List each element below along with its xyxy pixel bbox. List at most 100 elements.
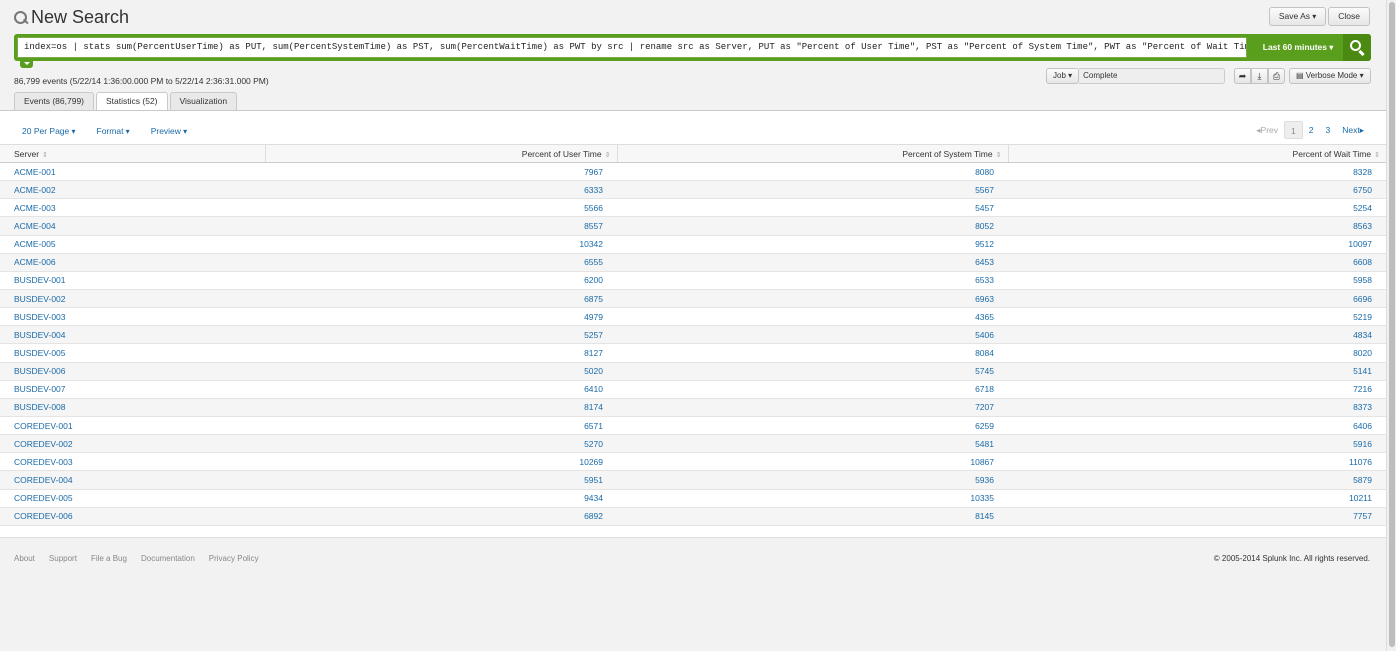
tab-events[interactable]: Events (86,799) <box>14 92 95 110</box>
close-button[interactable]: Close <box>1328 7 1370 26</box>
value-cell[interactable]: 10342 <box>265 235 617 254</box>
footer-link-about[interactable]: About <box>14 554 35 563</box>
value-cell[interactable]: 6453 <box>617 253 1008 272</box>
server-link[interactable]: COREDEV-005 <box>0 489 265 508</box>
value-cell[interactable]: 5020 <box>265 362 617 381</box>
value-cell[interactable]: 6200 <box>265 271 617 290</box>
server-link[interactable]: COREDEV-001 <box>0 416 265 436</box>
value-cell[interactable]: 5958 <box>1008 271 1386 290</box>
value-cell[interactable]: 10097 <box>1008 235 1386 254</box>
server-link[interactable]: BUSDEV-006 <box>0 362 265 381</box>
server-link[interactable]: ACME-004 <box>0 216 265 236</box>
search-mode-dropdown[interactable]: ▤ Verbose Mode <box>1289 68 1371 84</box>
share-icon[interactable]: ➦ <box>1234 68 1251 84</box>
value-cell[interactable]: 5879 <box>1008 470 1386 490</box>
value-cell[interactable]: 5566 <box>265 198 617 218</box>
value-cell[interactable]: 6718 <box>617 380 1008 399</box>
value-cell[interactable]: 6406 <box>1008 416 1386 436</box>
server-link[interactable]: BUSDEV-001 <box>0 271 265 290</box>
server-link[interactable]: COREDEV-006 <box>0 507 265 526</box>
save-as-button[interactable]: Save As <box>1268 7 1327 26</box>
value-cell[interactable]: 4979 <box>265 307 617 327</box>
server-link[interactable]: ACME-001 <box>0 162 265 182</box>
value-cell[interactable]: 7967 <box>265 162 617 182</box>
value-cell[interactable]: 5257 <box>265 325 617 345</box>
value-cell[interactable]: 6533 <box>617 271 1008 290</box>
search-button[interactable] <box>1343 34 1371 61</box>
format-dropdown[interactable]: Format <box>97 126 130 136</box>
server-link[interactable]: BUSDEV-008 <box>0 398 265 417</box>
column-header-server[interactable]: Server ⇕ <box>0 144 265 163</box>
value-cell[interactable]: 10211 <box>1008 489 1386 508</box>
value-cell[interactable]: 6963 <box>617 289 1008 309</box>
server-link[interactable]: BUSDEV-002 <box>0 289 265 309</box>
value-cell[interactable]: 8080 <box>617 162 1008 182</box>
footer-link-privacy[interactable]: Privacy Policy <box>209 554 259 563</box>
value-cell[interactable]: 8084 <box>617 343 1008 363</box>
value-cell[interactable]: 8052 <box>617 216 1008 236</box>
next-page-button[interactable]: Next▸ <box>1336 121 1370 139</box>
page-3[interactable]: 3 <box>1320 121 1337 139</box>
page-2[interactable]: 2 <box>1303 121 1320 139</box>
value-cell[interactable]: 6875 <box>265 289 617 309</box>
value-cell[interactable]: 8563 <box>1008 216 1386 236</box>
job-menu-button[interactable]: Job <box>1046 68 1080 84</box>
value-cell[interactable]: 5481 <box>617 434 1008 454</box>
value-cell[interactable]: 5406 <box>617 325 1008 345</box>
value-cell[interactable]: 4365 <box>617 307 1008 327</box>
value-cell[interactable]: 4834 <box>1008 325 1386 345</box>
time-range-picker[interactable]: Last 60 minutes <box>1252 37 1344 58</box>
value-cell[interactable]: 5567 <box>617 180 1008 200</box>
search-input[interactable]: index=os | stats sum(PercentUserTime) as… <box>17 37 1247 58</box>
per-page-dropdown[interactable]: 20 Per Page <box>22 126 76 136</box>
prev-page-button[interactable]: ◂Prev <box>1250 121 1284 139</box>
value-cell[interactable]: 5219 <box>1008 307 1386 327</box>
scrollbar-thumb[interactable] <box>1389 2 1395 647</box>
value-cell[interactable]: 8328 <box>1008 162 1386 182</box>
column-header-wait-time[interactable]: Percent of Wait Time ⇕ <box>1007 144 1386 163</box>
value-cell[interactable]: 6608 <box>1008 253 1386 272</box>
value-cell[interactable]: 10335 <box>617 489 1008 508</box>
footer-link-file-bug[interactable]: File a Bug <box>91 554 127 563</box>
value-cell[interactable]: 6696 <box>1008 289 1386 309</box>
server-link[interactable]: ACME-002 <box>0 180 265 200</box>
value-cell[interactable]: 5141 <box>1008 362 1386 381</box>
server-link[interactable]: BUSDEV-007 <box>0 380 265 399</box>
value-cell[interactable]: 6333 <box>265 180 617 200</box>
value-cell[interactable]: 5916 <box>1008 434 1386 454</box>
server-link[interactable]: COREDEV-003 <box>0 452 265 472</box>
server-link[interactable]: COREDEV-002 <box>0 434 265 454</box>
value-cell[interactable]: 8020 <box>1008 343 1386 363</box>
footer-link-support[interactable]: Support <box>49 554 77 563</box>
value-cell[interactable]: 10269 <box>265 452 617 472</box>
value-cell[interactable]: 8127 <box>265 343 617 363</box>
server-link[interactable]: BUSDEV-004 <box>0 325 265 345</box>
value-cell[interactable]: 9434 <box>265 489 617 508</box>
value-cell[interactable]: 6750 <box>1008 180 1386 200</box>
value-cell[interactable]: 10867 <box>617 452 1008 472</box>
server-link[interactable]: COREDEV-004 <box>0 470 265 490</box>
value-cell[interactable]: 6571 <box>265 416 617 436</box>
column-header-system-time[interactable]: Percent of System Time ⇕ <box>616 144 1008 163</box>
value-cell[interactable]: 8145 <box>617 507 1008 526</box>
value-cell[interactable]: 7207 <box>617 398 1008 417</box>
value-cell[interactable]: 5270 <box>265 434 617 454</box>
tab-statistics[interactable]: Statistics (52) <box>96 92 168 111</box>
server-link[interactable]: ACME-005 <box>0 235 265 254</box>
server-link[interactable]: ACME-003 <box>0 198 265 218</box>
tab-visualization[interactable]: Visualization <box>169 92 238 110</box>
print-icon[interactable]: ⎙ <box>1268 68 1285 84</box>
value-cell[interactable]: 8174 <box>265 398 617 417</box>
value-cell[interactable]: 6410 <box>265 380 617 399</box>
value-cell[interactable]: 11076 <box>1008 452 1386 472</box>
server-link[interactable]: BUSDEV-003 <box>0 307 265 327</box>
page-1[interactable]: 1 <box>1284 121 1303 139</box>
column-header-user-time[interactable]: Percent of User Time ⇕ <box>264 144 617 163</box>
value-cell[interactable]: 6555 <box>265 253 617 272</box>
value-cell[interactable]: 7757 <box>1008 507 1386 526</box>
server-link[interactable]: BUSDEV-005 <box>0 343 265 363</box>
value-cell[interactable]: 7216 <box>1008 380 1386 399</box>
value-cell[interactable]: 5951 <box>265 470 617 490</box>
value-cell[interactable]: 6892 <box>265 507 617 526</box>
value-cell[interactable]: 5254 <box>1008 198 1386 218</box>
